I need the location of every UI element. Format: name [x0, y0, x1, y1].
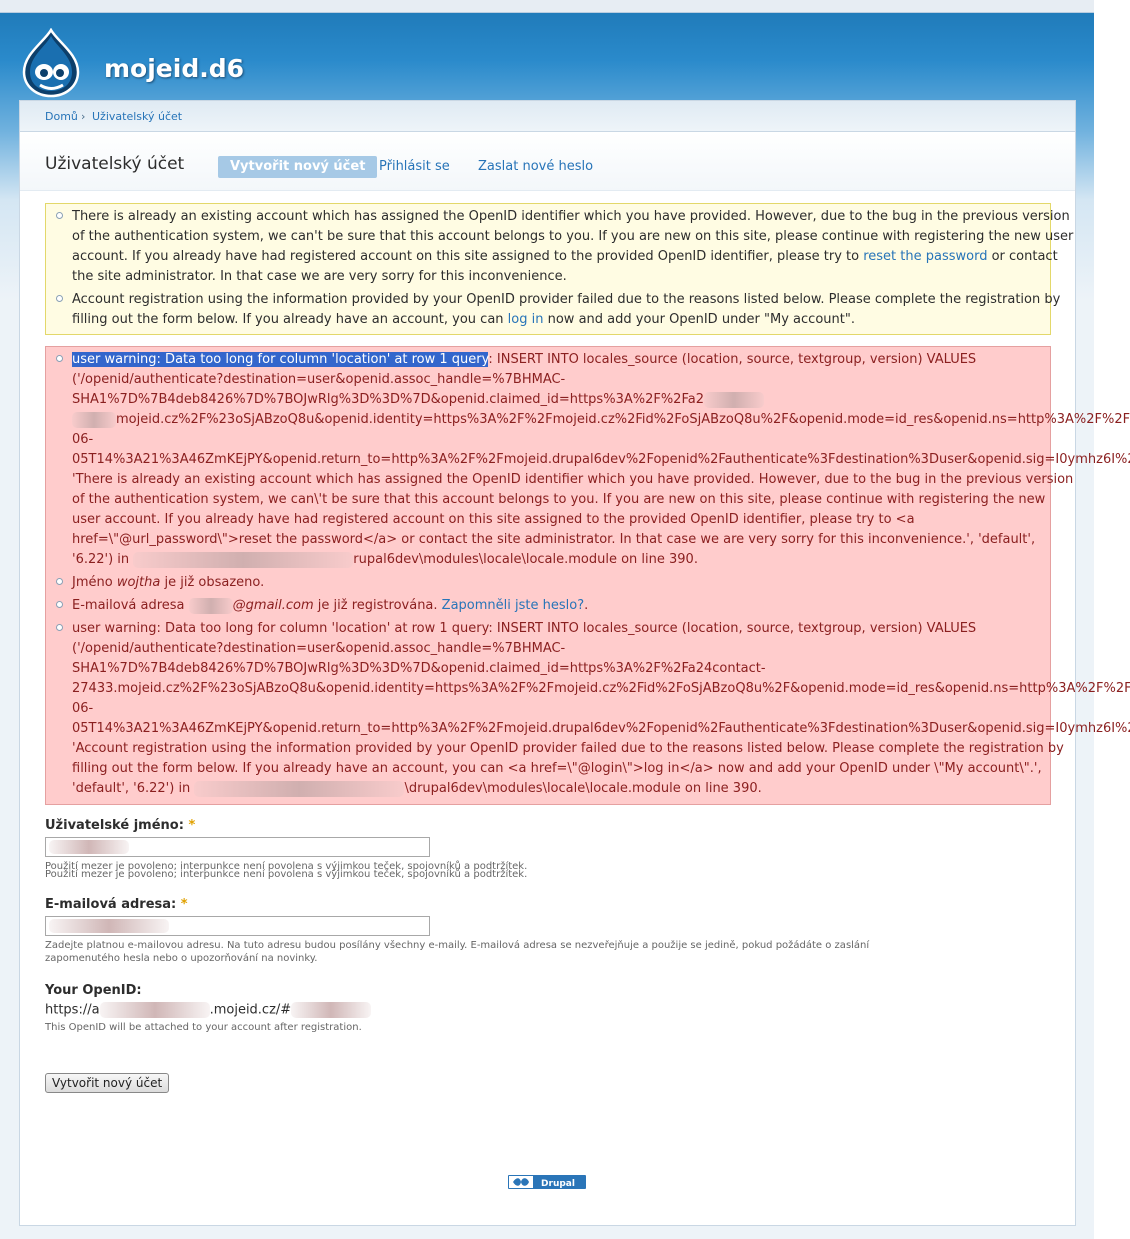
error-item: user warning: Data too long for column '… [72, 621, 1130, 797]
username-description: Použití mezer je povoleno; interpunkce n… [45, 869, 528, 880]
powered-by-drupal-badge[interactable]: Drupal [508, 1175, 586, 1189]
bullet-icon [56, 355, 63, 362]
openid-description: This OpenID will be attached to your acc… [45, 1022, 362, 1033]
openid-label: Your OpenID: [45, 983, 142, 998]
username-field[interactable] [45, 837, 430, 857]
main-content: Domů › Uživatelský účet Uživatelský účet… [19, 100, 1130, 1226]
reset-password-link[interactable]: reset the password [863, 249, 987, 264]
browser-top-strip [0, 0, 1094, 13]
username-label: Uživatelské jméno: * [45, 818, 196, 833]
error-item: Jméno wojtha je již obsazeno. [72, 575, 265, 590]
error-item: E-mailová adresa @gmail.com je již regis… [72, 597, 589, 614]
forgot-password-link[interactable]: Zapomněli jste heslo? [442, 598, 584, 613]
tab-login[interactable]: Přihlásit se [379, 156, 450, 178]
bullet-icon [56, 295, 63, 302]
email-field[interactable] [45, 916, 430, 936]
redacted-text [291, 1002, 372, 1018]
warning-messages: There is already an existing account whi… [45, 203, 1073, 335]
breadcrumb: Domů › Uživatelský účet [20, 101, 1075, 132]
selected-text[interactable]: user warning: Data too long for column '… [72, 352, 489, 367]
badge-label: Drupal [541, 1179, 575, 1189]
email-description: Zadejte platnou e-mailovou adresu. Na tu… [45, 940, 870, 964]
breadcrumb-home-link[interactable]: Domů [45, 110, 78, 123]
error-messages: user warning: Data too long for column '… [45, 346, 1130, 805]
redacted-text [49, 840, 129, 854]
redacted-text [133, 551, 354, 568]
redacted-text [194, 780, 405, 797]
bullet-icon [56, 624, 63, 631]
tab-new-password[interactable]: Zaslat nové heslo [478, 156, 593, 178]
redacted-text [703, 391, 764, 408]
email-label: E-mailová adresa: * [45, 897, 188, 912]
openid-value: https://a .mojeid.cz/# [45, 1002, 372, 1018]
bullet-icon [56, 578, 63, 585]
site-name[interactable]: mojeid.d6 [104, 54, 244, 83]
bullet-icon [56, 212, 63, 219]
warning-item: Account registration using the informati… [72, 292, 1061, 327]
redacted-text [99, 1002, 210, 1018]
login-link[interactable]: log in [508, 312, 544, 327]
redacted-text [72, 411, 116, 428]
tab-create-account[interactable]: Vytvořit nový účet [218, 156, 378, 178]
page-title: Uživatelský účet [45, 154, 185, 174]
create-account-button[interactable]: Vytvořit nový účet [45, 1073, 170, 1093]
bullet-icon [56, 601, 63, 608]
breadcrumb-current-link[interactable]: Uživatelský účet [92, 110, 182, 123]
breadcrumb-separator: › [81, 110, 86, 123]
title-bar: Uživatelský účet Vytvořit nový účet Přih… [20, 132, 1075, 191]
redacted-text [49, 919, 169, 933]
redacted-text [188, 597, 233, 614]
drupal-drop-logo-icon[interactable] [20, 28, 82, 98]
error-item: user warning: Data too long for column '… [72, 352, 1130, 568]
warning-item: There is already an existing account whi… [72, 209, 1074, 284]
